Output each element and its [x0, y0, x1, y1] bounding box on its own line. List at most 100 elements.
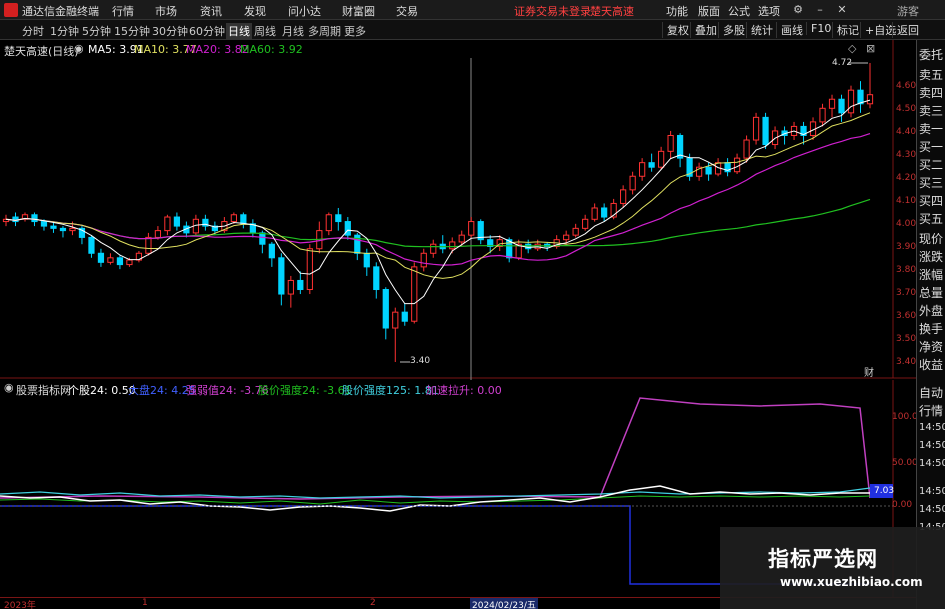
ma60-line	[5, 198, 871, 248]
period-monthly[interactable]: 月线	[282, 23, 304, 39]
candle-body	[430, 243, 437, 254]
menu-caifuquan[interactable]: 财富圈	[342, 3, 375, 19]
tool-diejia[interactable]: 叠加	[690, 22, 717, 38]
candle-body	[866, 94, 874, 105]
y-tick-350: 3.50	[896, 334, 917, 344]
side-sell3: 卖三	[919, 104, 944, 118]
period-5min[interactable]: 5分钟	[82, 23, 111, 39]
candle-body	[449, 241, 456, 250]
side-sell1: 卖一	[919, 122, 944, 136]
side-sell5: 卖五	[919, 68, 944, 82]
login-warning[interactable]: 证券交易未登录	[514, 3, 591, 19]
user-label[interactable]: 游客	[897, 3, 919, 19]
candle-body	[31, 214, 38, 223]
period-toolbar: 分时 1分钟 5分钟 15分钟 30分钟 60分钟 日线 周线 月线 多周期 更…	[0, 20, 945, 40]
candle-body	[173, 216, 181, 227]
candle-body	[306, 248, 313, 291]
candle-body	[648, 162, 655, 168]
date-label-jan: 1	[142, 598, 148, 608]
tool-biaoji[interactable]: 标记	[832, 22, 859, 38]
period-30min[interactable]: 30分钟	[152, 23, 188, 39]
candle-body	[259, 232, 266, 245]
candle-body	[392, 311, 399, 329]
menu-gongneng[interactable]: 功能	[666, 3, 688, 19]
candle-body	[297, 279, 304, 291]
candle-body	[857, 89, 864, 105]
candle-body	[629, 175, 636, 191]
period-fenshi[interactable]: 分时	[22, 23, 44, 39]
side-outer: 外盘	[919, 304, 944, 318]
candle-body	[752, 116, 760, 141]
candle-body	[743, 139, 750, 159]
crosshair-date-label: 2024/02/23/五	[470, 598, 538, 609]
period-1min[interactable]: 1分钟	[50, 23, 79, 39]
period-daily[interactable]: 日线	[226, 23, 252, 39]
candle-body	[658, 150, 665, 168]
candle-body	[268, 243, 275, 259]
candle-body	[335, 214, 342, 223]
menu-wenxiaoda[interactable]: 问小达	[288, 3, 321, 19]
menu-banmian[interactable]: 版面	[698, 3, 720, 19]
candle-body	[59, 227, 67, 232]
candle-body	[401, 311, 408, 322]
ma20-line	[5, 133, 871, 266]
period-more[interactable]: 更多	[344, 23, 366, 39]
menu-gongshi[interactable]: 公式	[728, 3, 750, 19]
side-turnover: 换手	[919, 322, 944, 336]
side-weituo[interactable]: 委托	[919, 46, 943, 63]
tool-huaxian[interactable]: 画线	[776, 22, 803, 38]
y-tick-450: 4.50	[896, 104, 917, 114]
settings-icon[interactable]: ⚙	[790, 3, 806, 16]
high-price-label: 4.72	[832, 58, 853, 68]
candle-body	[363, 252, 370, 268]
period-multi[interactable]: 多周期	[308, 23, 341, 39]
side-auto[interactable]: 自动	[919, 384, 943, 401]
candle-body	[382, 289, 389, 329]
watermark-url: www.xuezhibiao.com	[780, 575, 923, 589]
candle-body	[828, 98, 836, 109]
y-tick-460: 4.60	[896, 81, 917, 91]
price-chart[interactable]	[0, 40, 916, 380]
y-tick-420: 4.20	[896, 173, 917, 183]
y-tick-410: 4.10	[896, 196, 917, 206]
candle-body	[40, 221, 48, 227]
watermark-overlay: 指标严选网 www.xuezhibiao.com	[720, 527, 945, 609]
side-time-5: 14:50	[919, 504, 945, 515]
side-sell4: 卖四	[919, 86, 944, 100]
menu-jiaoyi[interactable]: 交易	[396, 3, 418, 19]
menu-zixun[interactable]: 资讯	[200, 3, 222, 19]
period-15min[interactable]: 15分钟	[114, 23, 150, 39]
tool-back[interactable]: 返回	[892, 22, 919, 38]
candle-body	[50, 225, 57, 229]
menu-shichang[interactable]: 市场	[155, 3, 177, 19]
side-change: 涨跌	[919, 250, 944, 264]
candle-body	[411, 266, 418, 322]
period-weekly[interactable]: 周线	[254, 23, 276, 39]
minimize-icon[interactable]: –	[812, 3, 828, 16]
candle-body	[107, 257, 114, 263]
y-tick-380: 3.80	[896, 265, 917, 275]
y-tick-390: 3.90	[896, 242, 917, 252]
side-time-4: 14:50	[919, 486, 945, 497]
tool-f10[interactable]: F10	[806, 22, 831, 35]
menu-xuanxiang[interactable]: 选项	[758, 3, 780, 19]
candle-body	[88, 236, 95, 254]
tool-fuquan[interactable]: 复权	[662, 22, 689, 38]
candle-body	[278, 257, 285, 295]
candle-body	[126, 259, 133, 266]
app-logo-icon	[4, 3, 18, 17]
tool-add-watchlist[interactable]: +自选	[860, 22, 896, 38]
side-quotes[interactable]: 行情	[919, 402, 943, 419]
side-price: 现价	[919, 232, 944, 246]
period-60min[interactable]: 60分钟	[189, 23, 225, 39]
fin-corner-button[interactable]: 财	[864, 364, 874, 379]
candle-body	[601, 207, 608, 218]
candle-body	[420, 252, 427, 268]
menu-hangqing[interactable]: 行情	[112, 3, 134, 19]
close-icon[interactable]: ✕	[834, 3, 850, 16]
tool-duogu[interactable]: 多股	[718, 22, 745, 38]
side-time-1: 14:50	[919, 422, 945, 433]
candle-body	[164, 216, 171, 232]
tool-tongji[interactable]: 统计	[746, 22, 773, 38]
menu-faxian[interactable]: 发现	[244, 3, 266, 19]
